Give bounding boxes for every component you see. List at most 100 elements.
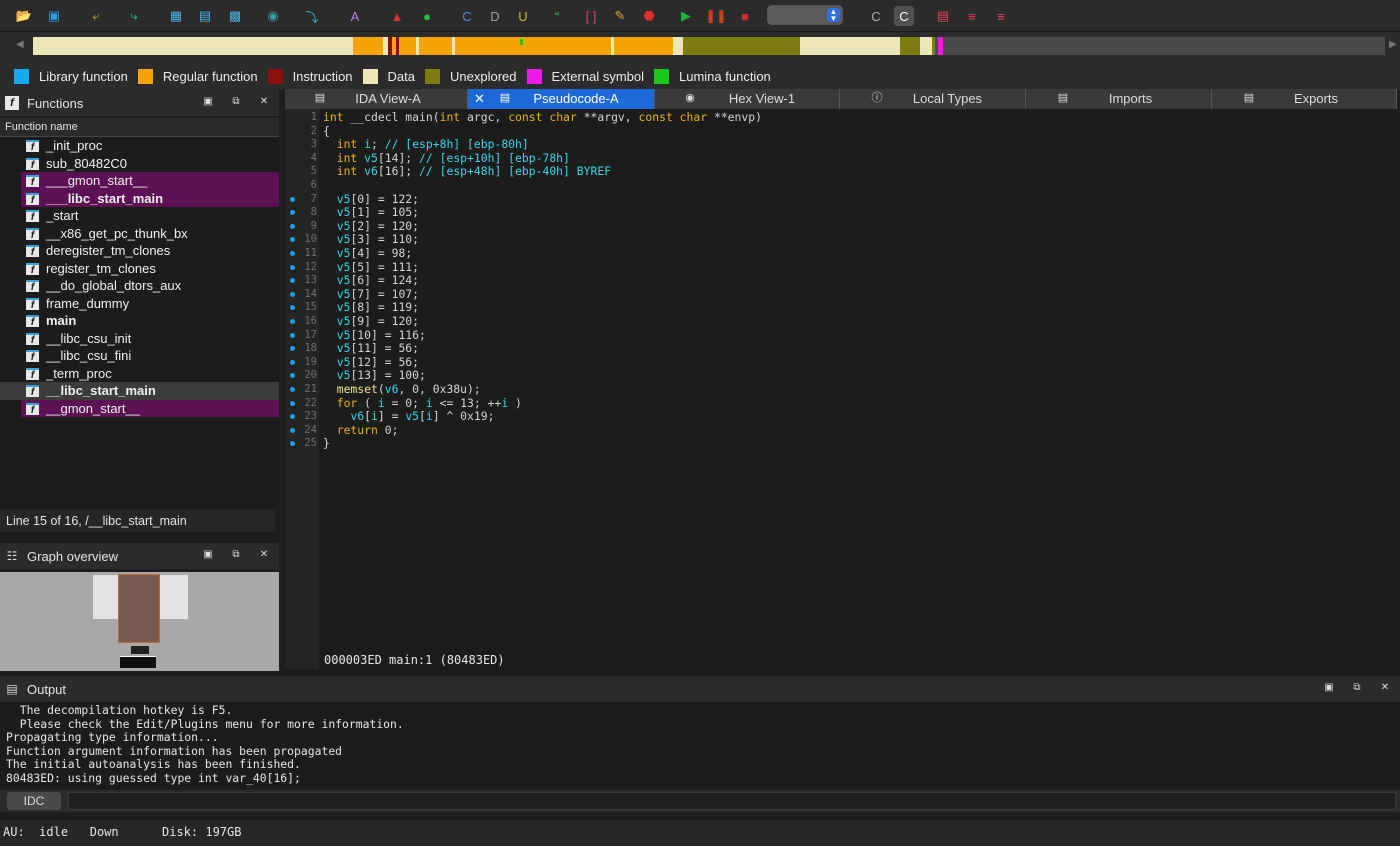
function-list-item[interactable]: f _term_proc (0, 365, 279, 383)
code-line[interactable]: 12 v5[5] = 111; (285, 260, 1385, 275)
graph-viewport[interactable] (118, 574, 160, 643)
breakpoint-dot-icon[interactable] (290, 251, 295, 256)
code-line[interactable]: 15 v5[8] = 119; (285, 301, 1385, 315)
code-line[interactable]: 7 v5[0] = 122; (285, 192, 1385, 207)
breakpoint-dot-icon[interactable] (290, 332, 295, 338)
nav-right-arrow-icon[interactable]: ▶ (1389, 39, 1397, 50)
minimize-icon[interactable]: ▣ (201, 549, 215, 560)
open-icon[interactable]: 📂 (14, 6, 34, 26)
tab-hex-view-1[interactable]: ◉ Hex View-1 (655, 89, 840, 109)
undefine-icon[interactable]: U (513, 6, 533, 26)
stop-icon[interactable]: ⬣ (639, 6, 659, 26)
code-line[interactable]: 1 int __cdecl main(int argc, const char *… (285, 110, 1385, 125)
code-line[interactable]: 17 v5[10] = 116; (285, 328, 1385, 343)
pseudocode-editor[interactable]: 1 int __cdecl main(int argc, const char *… (285, 109, 1398, 672)
breakpoint-dot-icon[interactable] (290, 441, 295, 447)
code-line[interactable]: 25} (285, 437, 1385, 451)
code-line[interactable]: 19 v5[12] = 56; (285, 355, 1385, 370)
float-icon[interactable]: ⧉ (229, 96, 243, 107)
breakpoint-dot-icon[interactable] (290, 196, 295, 202)
idc-language-button[interactable]: IDC (7, 792, 61, 810)
code-line[interactable]: 16 v5[9] = 120; (285, 314, 1385, 329)
function-list-item[interactable]: f __x86_get_pc_thunk_bx (0, 225, 279, 243)
breakpoint-dot-icon[interactable] (290, 237, 295, 243)
graph-icon[interactable]: ◉ (263, 6, 283, 26)
run-icon[interactable]: ● (417, 6, 437, 26)
text-icon[interactable]: ▤ (195, 6, 215, 26)
code-line[interactable]: 2{ (285, 124, 1385, 139)
breakpoint-dot-icon[interactable] (290, 414, 295, 420)
play-icon[interactable]: ▶ (676, 6, 696, 26)
navigation-band[interactable]: ◀ ▶ (0, 32, 1400, 63)
code-line[interactable]: 13 v5[6] = 124; (285, 273, 1385, 288)
code-line[interactable]: 22 for ( i = 0; i <= 13; ++i ) (285, 396, 1385, 411)
code-line[interactable]: 21 memset(v6, 0, 0x38u); (285, 382, 1385, 397)
function-list-item[interactable]: f main (0, 312, 279, 330)
functions-list[interactable]: Function name f _init_proc f sub_80482C0 f __… (0, 118, 279, 508)
function-list-item[interactable]: f __libc_csu_init (0, 330, 279, 348)
function-list-item[interactable]: f __libc_csu_fini (0, 347, 279, 365)
function-list-item[interactable]: f register_tm_clones (0, 260, 279, 278)
jump-icon[interactable]: ⤵ (302, 6, 322, 26)
code-line[interactable]: 5 int v6[16]; // [esp+48h] [ebp-40h] BYR… (285, 165, 1385, 179)
code-line[interactable]: 23 v6[i] = v5[i] ^ 0x19; (285, 409, 1385, 424)
float-icon[interactable]: ⧉ (229, 549, 243, 560)
list-icon[interactable]: ▤ (933, 6, 953, 26)
tab-imports[interactable]: ▤ Imports (1026, 89, 1212, 109)
code-line[interactable]: 8 v5[1] = 105; (285, 205, 1385, 220)
minimize-icon[interactable]: ▣ (1322, 682, 1336, 693)
back-icon[interactable]: ⤶ (86, 6, 106, 26)
tab-local-types[interactable]: ⓘ Local Types (840, 89, 1026, 109)
breakpoint-dot-icon[interactable] (290, 400, 295, 406)
code-line[interactable]: 14 v5[7] = 107; (285, 287, 1385, 302)
float-icon[interactable]: ⧉ (1350, 682, 1364, 693)
output-log[interactable]: The decompilation hotkey is F5. Please c… (0, 702, 1400, 788)
tab-exports[interactable]: ▤ Exports (1212, 89, 1397, 109)
font-icon[interactable]: A (345, 6, 365, 26)
rename-icon[interactable]: ✎ (610, 6, 630, 26)
c-icon[interactable]: C (866, 6, 886, 26)
breakpoint-dot-icon[interactable] (290, 387, 295, 392)
column-header-function-name[interactable]: Function name (0, 118, 279, 137)
graph-overview-canvas[interactable] (0, 572, 279, 671)
nav-left-arrow-icon[interactable]: ◀ (16, 39, 24, 50)
struct-icon[interactable]: ▩ (225, 6, 245, 26)
breakpoint-dot-icon[interactable] (290, 359, 295, 365)
close-icon[interactable]: ✕ (1378, 682, 1392, 693)
tree2-icon[interactable]: ≡ (991, 6, 1011, 26)
tab-ida-view-a[interactable]: ▤ IDA View-A (285, 89, 468, 109)
code-line[interactable]: 10 v5[3] = 110; (285, 233, 1385, 247)
code-line[interactable]: 9 v5[2] = 120; (285, 219, 1385, 234)
code-icon[interactable]: C (457, 6, 477, 26)
breakpoint-dot-icon[interactable] (290, 305, 295, 311)
tab-pseudocode-a[interactable]: ✕ ▤ Pseudocode-A (468, 89, 655, 109)
code-line[interactable]: 3 int i; // [esp+8h] [ebp-80h] (285, 137, 1385, 152)
code-line[interactable]: 11 v5[4] = 98; (285, 246, 1385, 261)
breakpoint-dot-icon[interactable] (290, 278, 295, 284)
breakpoint-dot-icon[interactable] (290, 319, 295, 324)
function-list-item[interactable]: f _init_proc (0, 137, 279, 155)
close-icon[interactable]: ✕ (257, 96, 271, 107)
minimize-icon[interactable]: ▣ (201, 96, 215, 107)
function-list-item[interactable]: f __gmon_start__ (21, 399, 279, 417)
function-list-item[interactable]: f _start (0, 207, 279, 225)
function-list-item[interactable]: f ___libc_start_main (21, 189, 279, 207)
breakpoint-dot-icon[interactable] (290, 373, 295, 379)
code-line[interactable]: 18 v5[11] = 56; (285, 341, 1385, 356)
breakpoint-dot-icon[interactable] (290, 223, 295, 229)
code-line[interactable]: 4 int v5[14]; // [esp+10h] [ebp-78h] (285, 151, 1385, 166)
function-list-item[interactable]: f __do_global_dtors_aux (0, 277, 279, 295)
breakpoint-dot-icon[interactable] (290, 346, 295, 352)
code-line[interactable]: 6 (285, 179, 1385, 193)
function-list-item[interactable]: f ___gmon_start__ (21, 172, 279, 190)
flag-icon[interactable]: ▲ (387, 6, 407, 26)
breakpoint-dot-icon[interactable] (290, 264, 295, 270)
array-icon[interactable]: [ ] (581, 6, 601, 26)
pause-icon[interactable]: ❚❚ (705, 6, 727, 26)
c-active-icon[interactable]: C (894, 6, 914, 26)
hex-icon[interactable]: ▦ (166, 6, 186, 26)
string-icon[interactable]: “ (547, 6, 567, 26)
code-line[interactable]: 24 return 0; (285, 423, 1385, 438)
function-list-item[interactable]: f __libc_start_main (0, 382, 279, 400)
data-icon[interactable]: D (485, 6, 505, 26)
